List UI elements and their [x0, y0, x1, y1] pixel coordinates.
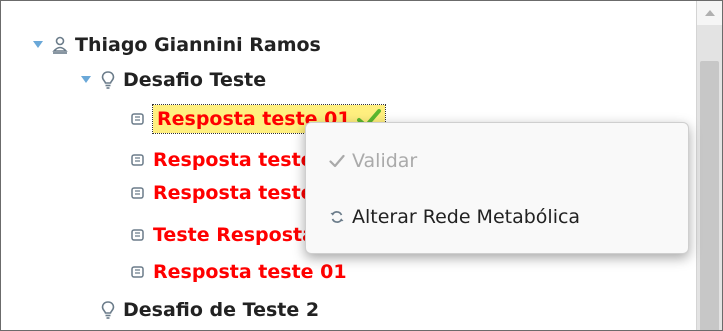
answer-icon	[129, 109, 147, 129]
tree-node-label: Thiago Giannini Ramos	[75, 34, 321, 56]
answer-icon	[129, 150, 147, 170]
arrow-up-icon	[704, 10, 715, 16]
tree-panel: Thiago Giannini Ramos Desafio Teste Resp…	[0, 0, 723, 331]
tree-node-answer[interactable]: Teste Resposta	[129, 220, 315, 250]
vertical-scrollbar[interactable]	[696, 1, 722, 330]
scrollbar-thumb[interactable]	[700, 61, 719, 330]
lightbulb-icon	[99, 70, 117, 90]
tree-node-label: Desafio de Teste 2	[123, 299, 320, 321]
answer-icon	[129, 262, 147, 282]
menu-item-label: Alterar Rede Metabólica	[352, 206, 581, 228]
menu-item-label: Validar	[352, 150, 418, 172]
lightbulb-icon	[99, 300, 117, 320]
answer-icon	[129, 225, 147, 245]
context-menu: Validar Alterar Rede Metabólica	[305, 122, 689, 254]
tree-node-label: Resposta teste 01	[153, 261, 347, 283]
tree-node-answer[interactable]: Resposta teste 01	[129, 257, 347, 287]
caret-down-icon[interactable]	[31, 38, 45, 52]
answer-icon	[129, 183, 147, 203]
scroll-up-button[interactable]	[697, 1, 722, 25]
menu-item-alterar-rede[interactable]: Alterar Rede Metabólica	[326, 199, 580, 235]
tree-node-challenge[interactable]: Desafio Teste	[79, 65, 266, 95]
tree-node-root[interactable]: Thiago Giannini Ramos	[31, 30, 321, 60]
tree-node-label: Teste Resposta	[153, 224, 315, 246]
check-icon	[326, 154, 348, 168]
tree-node-challenge[interactable]: Desafio de Teste 2	[99, 295, 319, 325]
tree-node-label: Desafio Teste	[123, 69, 267, 91]
user-icon	[51, 35, 69, 55]
caret-down-icon[interactable]	[79, 73, 93, 87]
refresh-icon	[326, 209, 348, 225]
menu-item-validar[interactable]: Validar	[326, 143, 417, 179]
